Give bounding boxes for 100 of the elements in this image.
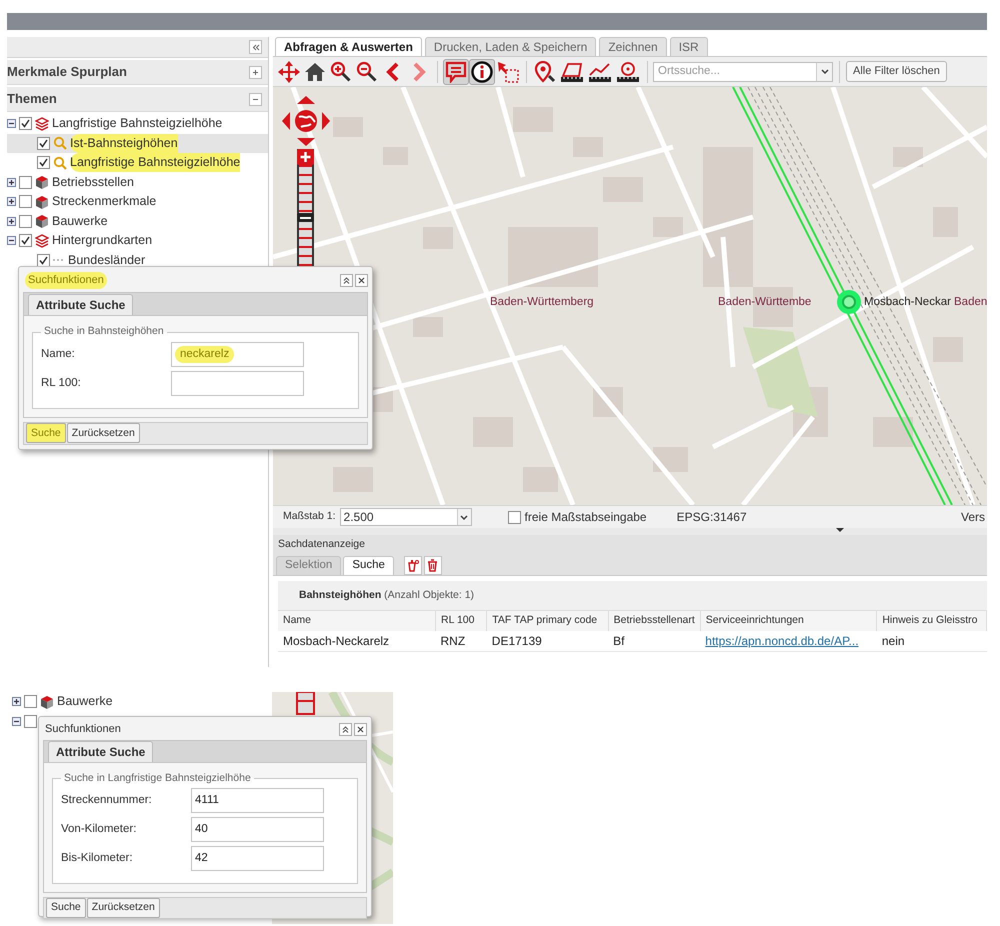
dialog-button[interactable]: Zurücksetzen — [66, 423, 140, 444]
checkbox[interactable] — [24, 714, 37, 728]
panel-title: Sachdatenanzeige — [278, 536, 365, 552]
checkbox[interactable] — [19, 214, 32, 228]
field-label: Name: — [41, 346, 76, 362]
data-tab[interactable]: Suche — [343, 556, 394, 575]
checkbox[interactable] — [24, 695, 37, 708]
expand-toggle[interactable] — [7, 178, 16, 187]
scale-combobox[interactable]: 2.500 — [340, 508, 472, 526]
collapse-toggle[interactable] — [7, 236, 16, 246]
accordion-header[interactable]: Merkmale Spurplan — [7, 60, 268, 85]
text-field[interactable]: 40 — [191, 817, 324, 842]
checkbox[interactable] — [19, 195, 32, 208]
collapse-toggle[interactable] — [12, 716, 21, 726]
expand-toggle[interactable] — [7, 197, 16, 206]
column-header[interactable]: Name — [278, 611, 436, 631]
trash-icon — [427, 559, 438, 572]
scale-label: Maßstab 1: — [283, 509, 336, 524]
collapse-panel-button[interactable] — [249, 40, 262, 54]
expand-toggle[interactable] — [7, 216, 16, 226]
pan-control-icon[interactable] — [281, 95, 331, 147]
dotted-line-icon — [53, 259, 65, 262]
minus-button[interactable] — [249, 92, 262, 106]
checkbox[interactable] — [19, 117, 32, 130]
ruler-line-icon — [588, 60, 612, 82]
close-button[interactable] — [355, 274, 368, 288]
eraser-button[interactable] — [404, 556, 422, 575]
tree-item[interactable]: Betriebsstellen — [7, 172, 268, 192]
main-tab[interactable]: Zeichnen — [599, 37, 667, 56]
close-button[interactable] — [354, 722, 367, 736]
caret-down-icon — [820, 69, 828, 74]
tree-item[interactable]: Bauwerke — [7, 212, 268, 231]
column-header[interactable]: TAF TAP primary code — [486, 611, 608, 631]
map-view[interactable]: Baden-Württemberg Baden-Württembe Mosbach-Neckar Baden — [273, 87, 987, 505]
column-header[interactable]: Hinweis zu Gleisstro — [876, 611, 986, 631]
link[interactable]: https://apn.noncd.db.de/AP... — [700, 631, 877, 651]
checkbox[interactable] — [19, 234, 32, 248]
projection-code: EPSG:31467 — [676, 509, 747, 526]
main-tab[interactable]: Abfragen & Auswerten — [275, 37, 422, 56]
tree-item-label: Bauwerke — [52, 212, 108, 230]
map-label: Mosbach-Neckar — [864, 295, 951, 310]
caret-down-icon — [460, 514, 468, 520]
checkbox[interactable] — [37, 254, 50, 267]
checkbox[interactable] — [19, 176, 32, 189]
delete-button[interactable] — [424, 556, 442, 575]
dialog-title: Suchfunktionen — [25, 272, 107, 289]
dialog-tab[interactable]: Attribute Suche — [28, 294, 134, 316]
expand-toggle[interactable] — [12, 697, 21, 706]
zoom-slider-thumb[interactable] — [297, 213, 314, 222]
checkbox[interactable] — [37, 136, 50, 150]
location-marker-icon — [835, 288, 863, 316]
toolbar-button[interactable] — [532, 58, 558, 84]
field-value: neckarelz — [175, 346, 234, 364]
collapse-arrow-icon[interactable] — [836, 528, 844, 533]
result-title: Bahnsteighöhen (Anzahl Objekte: 1) — [299, 588, 474, 603]
tree-item[interactable]: Langfristige Bahnsteigzielhöhe — [7, 114, 268, 134]
dialog-title: Suchfunktionen — [45, 722, 121, 737]
text-field[interactable] — [171, 370, 304, 396]
collapse-button[interactable] — [339, 722, 352, 736]
collapse-toggle[interactable] — [7, 119, 16, 128]
dialog-button[interactable]: Suche — [46, 898, 86, 918]
info-icon — [471, 60, 493, 82]
table-cell: Mosbach-Neckarelz — [278, 631, 436, 651]
tree-item[interactable]: Bauwerke — [12, 692, 115, 712]
accordion-header[interactable]: Themen — [7, 87, 268, 112]
checkbox[interactable] — [37, 156, 50, 170]
clear-filters-button[interactable]: Alle Filter löschen — [846, 61, 947, 82]
tree-item-label: Hintergrundkarten — [52, 232, 152, 250]
tree-item[interactable]: Langfristige Bahnsteigzielhöhe — [7, 153, 268, 172]
chevron-left-icon — [386, 62, 400, 82]
toolbar-button[interactable] — [469, 58, 495, 84]
map-label: Baden — [954, 295, 987, 310]
table-cell: DE17139 — [486, 631, 608, 651]
close-icon — [357, 726, 364, 733]
text-field[interactable]: 42 — [191, 846, 324, 872]
search-placeholder: Ortssuche... — [658, 64, 720, 79]
tree-item[interactable]: Hintergrundkarten — [7, 231, 268, 250]
table-cell: Bf — [608, 631, 700, 651]
zoom-in-button-icon[interactable] — [297, 149, 314, 165]
main-tab[interactable]: ISR — [670, 37, 708, 56]
dialog-button[interactable]: Zurücksetzen — [86, 898, 160, 918]
field-label: Streckennummer: — [61, 793, 153, 808]
cube-icon — [35, 175, 49, 190]
field-label: RL 100: — [41, 376, 82, 391]
main-tab[interactable]: Drucken, Laden & Speichern — [424, 37, 596, 56]
plus-button[interactable] — [249, 66, 262, 78]
double-chevron-up-icon — [343, 277, 350, 284]
dashed-selection-icon — [497, 60, 519, 82]
column-header[interactable]: Serviceeinrichtungen — [700, 611, 877, 631]
collapse-button[interactable] — [340, 274, 353, 288]
checkbox[interactable] — [508, 510, 521, 524]
tree-item[interactable]: Streckenmerkmale — [7, 192, 268, 212]
column-header[interactable]: Betriebsstellenart — [608, 611, 700, 631]
tree-item[interactable]: Ist-Bahnsteighöhen — [7, 134, 268, 153]
column-header[interactable]: RL 100 — [436, 611, 487, 631]
field-value: 40 — [195, 822, 208, 838]
layers-icon — [35, 234, 49, 248]
dialog-tab[interactable]: Attribute Suche — [48, 740, 154, 762]
zoom-in-icon — [330, 60, 352, 82]
text-field[interactable]: 4111 — [191, 788, 324, 814]
